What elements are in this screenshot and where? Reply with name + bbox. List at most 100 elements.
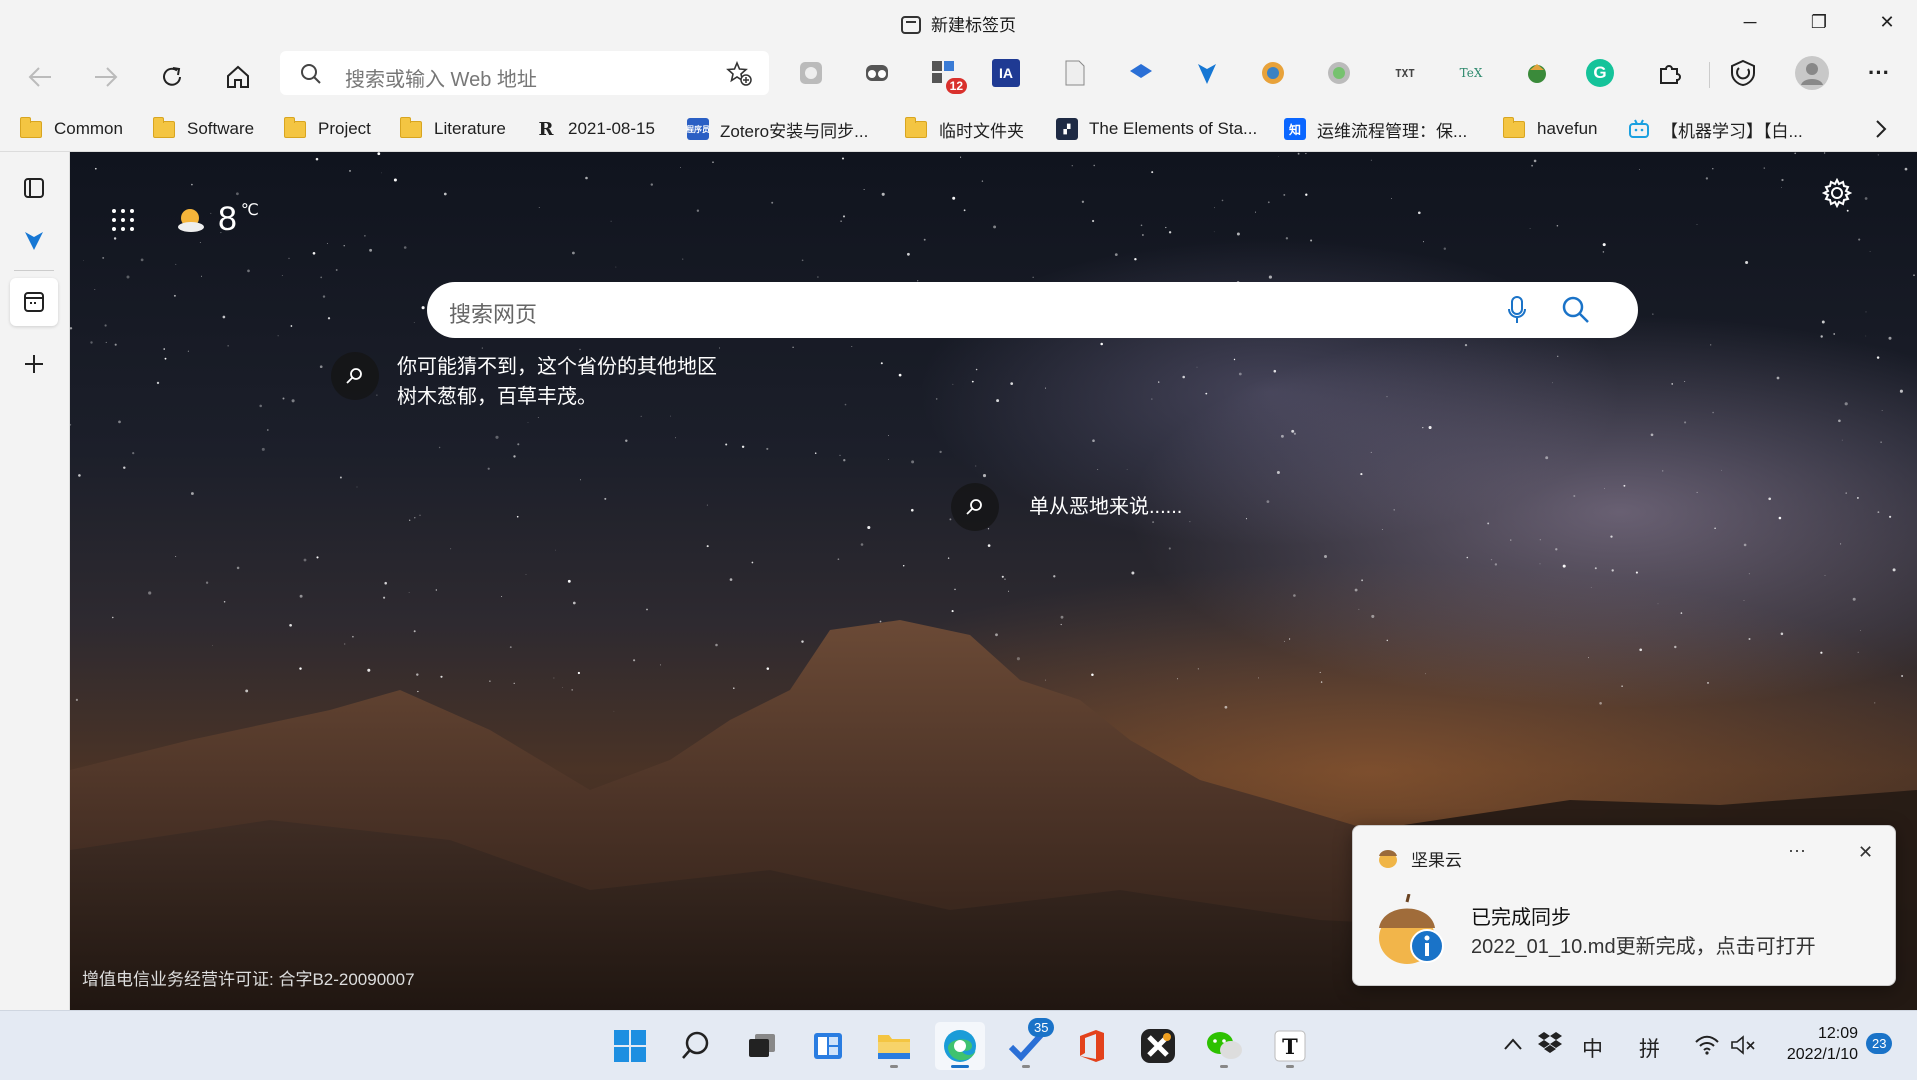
toast-more-button[interactable]: ···: [1788, 840, 1806, 861]
extension-tex-icon[interactable]: TeX: [1454, 56, 1488, 90]
star: [1004, 578, 1006, 580]
show-hidden-icons-button[interactable]: [1503, 1033, 1523, 1057]
ime-mode[interactable]: 拼: [1639, 1033, 1660, 1063]
bookmarks-overflow-button[interactable]: [1874, 114, 1888, 144]
wifi-tray-button[interactable]: [1694, 1035, 1720, 1061]
star: [481, 347, 483, 349]
web-search-box[interactable]: 搜索网页: [427, 282, 1638, 338]
start-button[interactable]: [605, 1022, 655, 1070]
sidebar-active-tab[interactable]: [10, 278, 58, 326]
license-text[interactable]: 增值电信业务经营许可证: 合字B2-20090007: [82, 965, 415, 990]
edge-browser-icon: [944, 1030, 976, 1062]
folder-icon: [284, 116, 306, 138]
star: [1602, 243, 1606, 247]
bookmark-zhihu[interactable]: 知运维流程管理：保...: [1284, 114, 1467, 144]
star: [981, 180, 984, 182]
edge-button[interactable]: [935, 1022, 985, 1070]
extension-page-icon[interactable]: [1058, 56, 1092, 90]
home-button[interactable]: [218, 57, 258, 97]
address-bar[interactable]: 搜索或输入 Web 地址: [280, 51, 769, 95]
typora-button[interactable]: T: [1265, 1022, 1315, 1070]
extension-bookmark-icon[interactable]: [1124, 56, 1158, 90]
extension-heart-icon[interactable]: [1190, 56, 1224, 90]
dropbox-tray-button[interactable]: [1538, 1031, 1562, 1059]
image-hotspot-1[interactable]: 你可能猜不到，这个省份的其他地区树木葱郁，百草丰茂。: [331, 352, 717, 412]
search-button[interactable]: [671, 1022, 721, 1070]
back-button[interactable]: [20, 57, 60, 97]
close-button[interactable]: ✕: [1860, 6, 1914, 38]
extension-globe-icon[interactable]: [1520, 56, 1554, 90]
profile-avatar[interactable]: [1794, 55, 1830, 91]
new-tab-button[interactable]: [10, 340, 58, 388]
extension-grammarly-icon[interactable]: G: [1586, 59, 1614, 87]
microphone-icon[interactable]: [1507, 295, 1527, 325]
star: [1594, 567, 1597, 570]
star: [1221, 199, 1224, 202]
forward-button[interactable]: [86, 57, 126, 97]
xmind-button[interactable]: [1133, 1022, 1183, 1070]
bookmark-zotero[interactable]: 程序员 Zotero安装与同步...: [686, 114, 868, 144]
extension-ia-icon[interactable]: IA: [992, 59, 1020, 87]
extension-glasses-icon[interactable]: [860, 56, 894, 90]
notification-center-badge[interactable]: 23: [1866, 1033, 1893, 1054]
star: [844, 403, 847, 406]
bookmark-folder-project[interactable]: Project: [284, 114, 371, 144]
star: [572, 251, 575, 255]
star: [156, 381, 160, 385]
star: [579, 348, 581, 351]
minimize-button[interactable]: ─: [1723, 6, 1777, 38]
file-explorer-button[interactable]: [869, 1022, 919, 1070]
add-favorite-icon[interactable]: [726, 61, 752, 87]
sidebar-pinned-tab[interactable]: [10, 216, 58, 264]
refresh-button[interactable]: [152, 57, 192, 97]
star: [104, 324, 107, 327]
ime-language[interactable]: 中: [1582, 1033, 1603, 1063]
widgets-button[interactable]: [803, 1022, 853, 1070]
system-clock[interactable]: 12:09 2022/1/10: [1770, 1023, 1858, 1065]
extension-apps-icon[interactable]: 12: [927, 56, 967, 94]
tab-actions-button[interactable]: [10, 164, 58, 212]
extension-txt-icon[interactable]: TXT: [1388, 56, 1422, 90]
star: [290, 325, 293, 327]
bookmark-folder-temp[interactable]: 临时文件夹: [905, 114, 1024, 144]
page-settings-button[interactable]: [1821, 177, 1853, 213]
extension-circle-icon[interactable]: [1322, 56, 1356, 90]
browser-toolbar: 搜索或输入 Web 地址 12 IA TXT TeX G ···: [0, 44, 1917, 106]
bookmark-2021-08-15[interactable]: R 2021-08-15: [535, 114, 655, 144]
bookmark-folder-common[interactable]: Common: [20, 114, 123, 144]
todo-button[interactable]: 35: [1001, 1018, 1055, 1070]
bookmark-folder-software[interactable]: Software: [153, 114, 254, 144]
app-launcher-grid-icon[interactable]: [110, 207, 136, 233]
hotspot-caption: 你可能猜不到，这个省份的其他地区树木葱郁，百草丰茂。: [397, 356, 717, 408]
star: [1291, 429, 1295, 433]
star: [975, 465, 977, 467]
extension-screenshot-icon[interactable]: [794, 56, 828, 90]
browser-essentials-icon[interactable]: [1726, 56, 1760, 90]
extensions-puzzle-icon[interactable]: [1652, 56, 1686, 90]
star: [650, 183, 653, 186]
bookmark-elements-of-statistics[interactable]: ▞ The Elements of Sta...: [1056, 114, 1257, 144]
weather-widget[interactable]: 8 ℃: [110, 200, 259, 239]
office-button[interactable]: [1067, 1022, 1117, 1070]
star: [881, 192, 885, 196]
search-submit-icon[interactable]: [1561, 295, 1591, 325]
task-view-button[interactable]: [737, 1022, 787, 1070]
star: [880, 362, 883, 365]
more-menu-icon[interactable]: ···: [1862, 56, 1896, 90]
bookmark-folder-literature[interactable]: Literature: [400, 114, 506, 144]
bookmark-bilibili[interactable]: 【机器学习】【白...: [1628, 114, 1803, 144]
notification-toast[interactable]: 坚果云 ··· ✕ 已完成同步 2022_01_10.md更新完成，点击可打开: [1352, 825, 1896, 986]
search-icon: [682, 1031, 709, 1059]
star: [555, 549, 556, 551]
star: [173, 294, 176, 297]
bookmark-folder-havefun[interactable]: havefun: [1503, 114, 1598, 144]
volume-tray-button[interactable]: [1730, 1035, 1756, 1061]
star: [349, 169, 351, 172]
star: [1182, 375, 1185, 379]
extension-shield-icon[interactable]: [1256, 56, 1290, 90]
restore-button[interactable]: ❐: [1792, 6, 1846, 38]
wechat-button[interactable]: [1199, 1022, 1249, 1070]
star: [987, 544, 991, 547]
toast-close-button[interactable]: ✕: [1858, 842, 1873, 863]
image-hotspot-2[interactable]: 单从恶地来说......: [951, 483, 1182, 531]
